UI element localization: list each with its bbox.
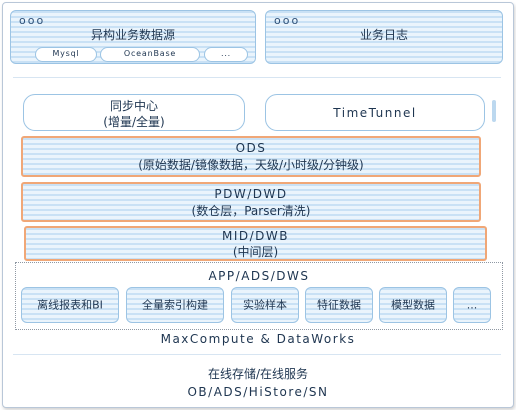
source-oceanbase: OceanBase: [100, 47, 200, 62]
app-item-model-data: 模型数据: [379, 287, 447, 323]
pdw-subtitle: (数仓层，Parser清洗): [191, 204, 311, 218]
section-divider: [13, 354, 501, 355]
business-logs-title: 业务日志: [359, 28, 408, 42]
source-more: ...: [204, 47, 248, 62]
app-layer-group: APP/ADS/DWS 离线报表和BI 全量索引构建 实验样本 特征数据 模型数…: [15, 262, 503, 330]
timetunnel-box: TimeTunnel: [265, 94, 485, 131]
window-dots-icon: ooo: [19, 14, 46, 27]
architecture-diagram: ooo 异构业务数据源 Mysql OceanBase ... ooo 业务日志…: [2, 2, 514, 408]
app-item-full-index: 全量索引构建: [126, 287, 224, 323]
mid-title: MID/DWB: [221, 229, 289, 243]
scroll-indicator: [492, 100, 496, 122]
window-dots-icon: ooo: [274, 14, 301, 27]
sync-center-subtitle: (增量/全量): [103, 115, 165, 129]
source-mysql: Mysql: [35, 47, 97, 62]
ods-subtitle: (原始数据/镜像数据，天级/小时级/分钟级): [138, 158, 364, 172]
pdw-title: PDW/DWD: [214, 187, 288, 201]
data-sources-panel: ooo 异构业务数据源 Mysql OceanBase ...: [10, 10, 256, 64]
platform-label: MaxCompute & DataWorks: [160, 332, 356, 346]
sync-center-box: 同步中心 (增量/全量): [23, 94, 245, 131]
ods-title: ODS: [235, 141, 267, 155]
timetunnel-title: TimeTunnel: [333, 106, 417, 120]
mid-subtitle: (中间层): [232, 245, 279, 259]
app-item-offline-reports: 离线报表和BI: [21, 287, 119, 323]
ods-layer: ODS (原始数据/镜像数据，天级/小时级/分钟级): [21, 136, 481, 177]
app-item-experiment-samples: 实验样本: [231, 287, 299, 323]
app-item-more: ...: [453, 287, 491, 323]
online-storage-title: 在线存储/在线服务: [207, 367, 309, 381]
mid-layer: MID/DWB (中间层): [24, 226, 487, 261]
online-storage-subtitle: OB/ADS/HiStore/SN: [187, 385, 329, 399]
sync-center-title: 同步中心: [109, 99, 158, 113]
app-layer-title: APP/ADS/DWS: [208, 269, 310, 283]
pdw-layer: PDW/DWD (数仓层，Parser清洗): [21, 182, 481, 222]
data-sources-title: 异构业务数据源: [90, 28, 175, 42]
section-divider: [13, 77, 501, 78]
app-item-feature-data: 特征数据: [305, 287, 373, 323]
business-logs-panel: ooo 业务日志: [265, 10, 503, 64]
